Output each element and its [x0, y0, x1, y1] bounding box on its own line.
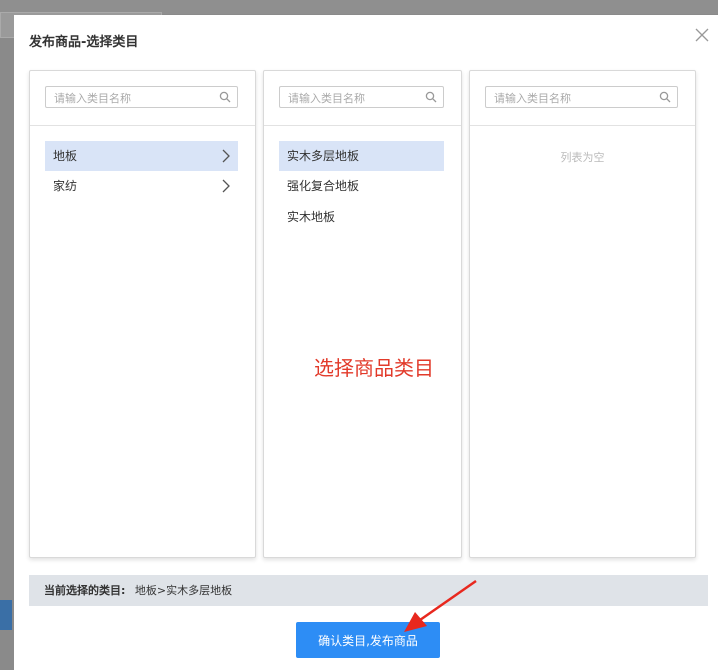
category-column-level-2: 实木多层地板 强化复合地板 实木地板	[263, 70, 462, 558]
category-item-label: 强化复合地板	[287, 179, 360, 193]
search-input[interactable]	[486, 88, 667, 109]
divider	[264, 125, 461, 126]
modal-title: 发布商品-选择类目	[29, 35, 139, 50]
search-input[interactable]	[46, 88, 227, 109]
search-icon[interactable]	[659, 91, 671, 103]
search-box[interactable]	[279, 86, 444, 109]
category-item-multilayer-solid-wood[interactable]: 实木多层地板	[279, 141, 444, 171]
backdrop-side-tab	[0, 600, 12, 630]
annotation-label: 选择商品类目	[314, 356, 434, 380]
category-column-level-1: 地板 家纺	[29, 70, 256, 558]
category-item-textiles[interactable]: 家纺	[45, 171, 238, 201]
chevron-right-icon	[222, 179, 230, 193]
current-selection-bar: 当前选择的类目: 地板>实木多层地板	[29, 575, 708, 606]
search-icon[interactable]	[219, 91, 231, 103]
category-item-solid-wood[interactable]: 实木地板	[279, 202, 444, 232]
search-box[interactable]	[45, 86, 238, 109]
category-item-label: 实木地板	[287, 210, 336, 224]
current-selection-value: 地板>实木多层地板	[134, 584, 233, 597]
confirm-publish-button[interactable]: 确认类目,发布商品	[296, 622, 440, 658]
category-item-label: 地板	[53, 149, 78, 163]
category-item-label: 实木多层地板	[287, 149, 360, 163]
divider	[30, 125, 255, 126]
category-item-laminate[interactable]: 强化复合地板	[279, 171, 444, 201]
empty-list-text: 列表为空	[560, 151, 605, 164]
search-box[interactable]	[485, 86, 678, 109]
category-column-level-3: 列表为空	[469, 70, 696, 558]
chevron-right-icon	[222, 149, 230, 163]
close-icon[interactable]	[694, 27, 710, 43]
category-item-floor[interactable]: 地板	[45, 141, 238, 171]
current-selection-label: 当前选择的类目:	[44, 584, 126, 597]
category-item-label: 家纺	[53, 179, 78, 193]
category-select-modal: 发布商品-选择类目 地板 家纺	[14, 15, 718, 670]
divider	[470, 125, 695, 126]
search-input[interactable]	[280, 88, 433, 109]
search-icon[interactable]	[425, 91, 437, 103]
